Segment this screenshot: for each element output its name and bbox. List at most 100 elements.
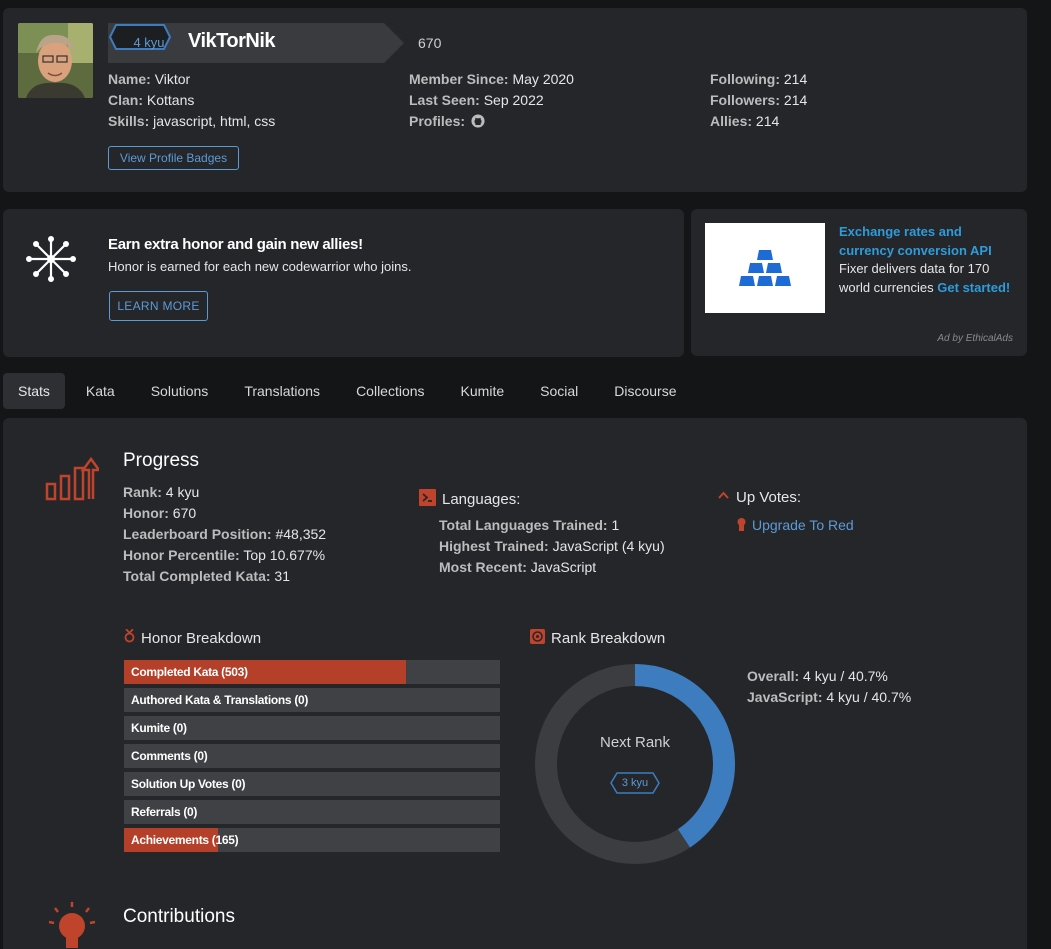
next-rank-label: Next Rank [599, 734, 671, 751]
following-row[interactable]: Following: 214 [710, 69, 807, 90]
honor-breakdown-title: Honor Breakdown [141, 629, 262, 647]
honor-breakdown-heading: Honor Breakdown [124, 628, 262, 647]
rank-row: Rank: 4 kyu [123, 482, 326, 503]
total-languages-row: Total Languages Trained: 1 [439, 515, 665, 536]
terminal-icon [419, 489, 436, 510]
rank-progress-donut [535, 664, 735, 864]
profile-info-col-1: Name: Viktor Clan: Kottans Skills: javas… [108, 69, 275, 132]
rank-name-banner: 4 kyu VikTorNik [108, 23, 404, 63]
lightbulb-icon [48, 902, 96, 948]
highest-trained-row: Highest Trained: JavaScript (4 kyu) [439, 536, 665, 557]
leaderboard-value: #48,352 [275, 526, 327, 542]
following-value: 214 [783, 71, 808, 87]
rank-breakdown-title: Rank Breakdown [551, 630, 666, 647]
gold-bars-logo-icon [739, 250, 791, 286]
languages-heading: Languages: [419, 489, 520, 510]
completed-kata-row: Total Completed Kata: 31 [123, 566, 326, 587]
following-label: Following: [710, 71, 780, 87]
javascript-rank-value: 4 kyu / 40.7% [826, 689, 912, 705]
contributions-title: Contributions [123, 906, 235, 927]
skills-label: Skills: [108, 113, 150, 129]
bar-label: Completed Kata (503) [131, 665, 248, 679]
profiles-label: Profiles: [409, 113, 466, 129]
allies-row[interactable]: Allies: 214 [710, 111, 807, 132]
ad-image[interactable] [705, 223, 825, 313]
ad-text: Exchange rates and currency conversion A… [839, 223, 1019, 297]
network-icon [26, 236, 76, 282]
percentile-value: Top 10.677% [243, 547, 326, 563]
honor-bar-completed-kata: Completed Kata (503) [124, 660, 500, 684]
tab-collections[interactable]: Collections [341, 373, 439, 409]
last-seen-value: Sep 2022 [483, 92, 544, 108]
github-icon[interactable] [471, 114, 485, 128]
followers-label: Followers: [710, 92, 781, 108]
honor-row: Honor: 670 [123, 503, 326, 524]
progress-title: Progress [123, 450, 200, 471]
leaderboard-row: Leaderboard Position: #48,352 [123, 524, 326, 545]
ad-cta-link[interactable]: Get started! [937, 280, 1010, 295]
most-recent-value: JavaScript [530, 559, 597, 575]
bar-label: Comments (0) [131, 749, 208, 763]
languages-stats: Total Languages Trained: 1 Highest Train… [439, 515, 665, 578]
medal-icon [737, 518, 746, 531]
upgrade-to-red-link[interactable]: Upgrade To Red [752, 517, 854, 533]
view-profile-badges-button[interactable]: View Profile Badges [108, 146, 239, 170]
tab-kata[interactable]: Kata [71, 373, 130, 409]
profile-tabs: Stats Kata Solutions Translations Collec… [3, 373, 698, 409]
profiles-row: Profiles: [409, 111, 574, 132]
bar-label: Referrals (0) [131, 805, 198, 819]
most-recent-row: Most Recent: JavaScript [439, 557, 665, 578]
allies-label: Allies: [710, 113, 753, 129]
completed-kata-label: Total Completed Kata: [123, 568, 271, 584]
upgrade-row: Upgrade To Red [736, 515, 854, 536]
honor-bar-kumite: Kumite (0) [124, 716, 500, 740]
tab-stats[interactable]: Stats [3, 373, 65, 409]
name-label: Name: [108, 71, 151, 87]
rank-label: Rank: [123, 484, 162, 500]
bar-label: Solution Up Votes (0) [131, 777, 246, 791]
honor-bar-achievements: Achievements (165) [124, 828, 500, 852]
percentile-row: Honor Percentile: Top 10.677% [123, 545, 326, 566]
tab-translations[interactable]: Translations [229, 373, 335, 409]
rank-value: 4 kyu [165, 484, 200, 500]
honor-label: Honor: [123, 505, 169, 521]
tab-social[interactable]: Social [525, 373, 593, 409]
javascript-rank-label: JavaScript: [747, 689, 823, 705]
promo-subtitle: Honor is earned for each new codewarrior… [108, 259, 412, 274]
upvotes-title: Up Votes: [736, 489, 802, 506]
clan-row: Clan: Kottans [108, 90, 275, 111]
tab-solutions[interactable]: Solutions [136, 373, 224, 409]
highest-trained-label: Highest Trained: [439, 538, 549, 554]
profile-header: 4 kyu VikTorNik 670 Name: Viktor Clan: K… [3, 8, 1027, 192]
rank-badge: 4 kyu [133, 35, 165, 50]
allies-value: 214 [755, 113, 780, 129]
ad-attribution[interactable]: Ad by EthicalAds [937, 333, 1013, 344]
progress-chart-icon [45, 456, 99, 501]
followers-row[interactable]: Followers: 214 [710, 90, 807, 111]
rank-breakdown-stats: Overall: 4 kyu / 40.7% JavaScript: 4 kyu… [747, 666, 911, 708]
tab-kumite[interactable]: Kumite [446, 373, 520, 409]
next-rank-badge: 3 kyu [621, 777, 649, 789]
overall-rank-label: Overall: [747, 668, 800, 684]
ad-title-link[interactable]: Exchange rates and currency conversion A… [839, 224, 992, 258]
leaderboard-label: Leaderboard Position: [123, 526, 272, 542]
percentile-label: Honor Percentile: [123, 547, 240, 563]
honor-bar-referrals: Referrals (0) [124, 800, 500, 824]
bar-label: Kumite (0) [131, 721, 187, 735]
last-seen-label: Last Seen: [409, 92, 480, 108]
member-since-row: Member Since: May 2020 [409, 69, 574, 90]
honor-score: 670 [418, 35, 442, 51]
avatar[interactable] [18, 23, 93, 98]
learn-more-button[interactable]: LEARN MORE [109, 291, 208, 321]
name-value: Viktor [154, 71, 191, 87]
followers-value: 214 [783, 92, 808, 108]
javascript-rank-row: JavaScript: 4 kyu / 40.7% [747, 687, 911, 708]
honor-bar-comments: Comments (0) [124, 744, 500, 768]
promo-title: Earn extra honor and gain new allies! [108, 236, 363, 253]
total-languages-label: Total Languages Trained: [439, 517, 608, 533]
completed-kata-value: 31 [274, 568, 290, 584]
honor-promo-panel: Earn extra honor and gain new allies! Ho… [3, 209, 684, 357]
bar-label: Authored Kata & Translations (0) [131, 693, 309, 707]
tab-discourse[interactable]: Discourse [599, 373, 691, 409]
rank-breakdown-heading: Rank Breakdown [530, 629, 665, 648]
